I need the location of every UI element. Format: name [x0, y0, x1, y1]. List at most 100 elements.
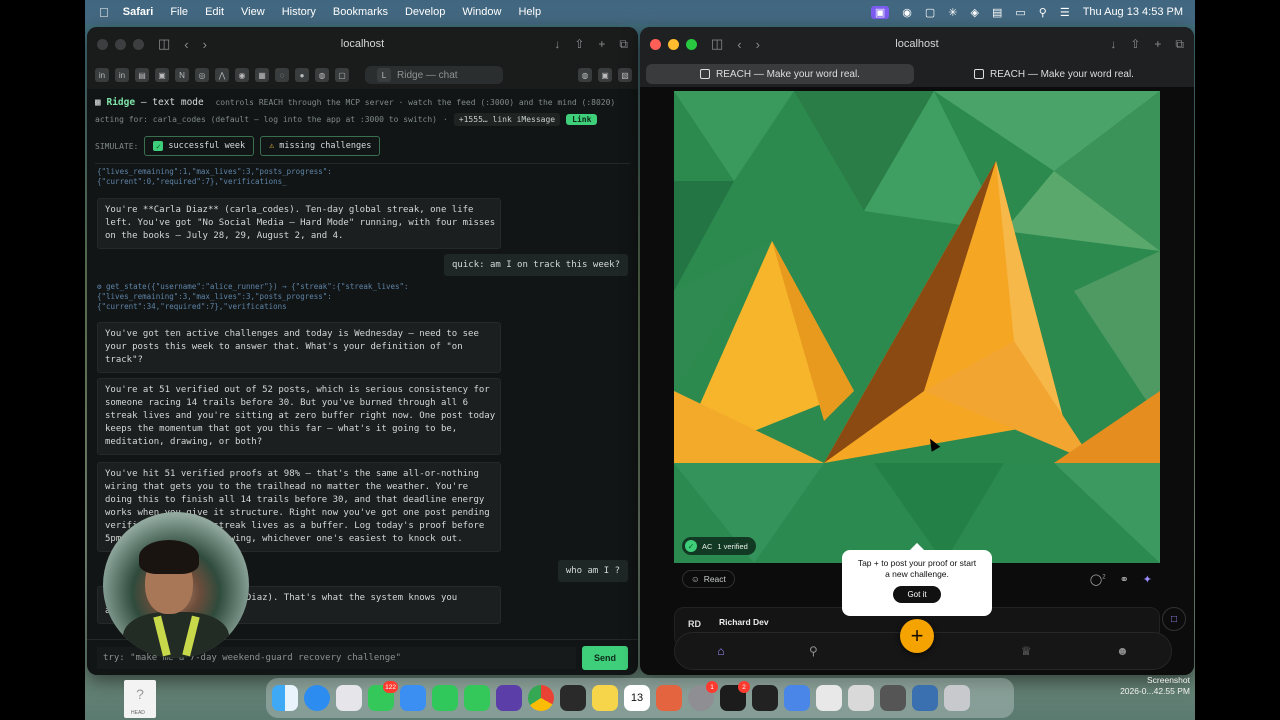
desktop-stack-icon[interactable]	[912, 685, 938, 711]
menu-app-name[interactable]: Safari	[123, 6, 154, 18]
github-icon[interactable]: ◍	[578, 68, 592, 82]
favicon-icon[interactable]: ▤	[135, 68, 149, 82]
address-bar[interactable]: localhost	[895, 38, 938, 50]
back-icon[interactable]: ‹	[737, 37, 741, 52]
favicon-icon[interactable]: in	[115, 68, 129, 82]
screen-record-icon[interactable]: ▣	[870, 5, 890, 19]
new-tab-icon[interactable]: +	[598, 37, 605, 52]
system-settings-icon[interactable]: 1	[688, 681, 718, 711]
tab-reach-1[interactable]: REACH — Make your word real.	[646, 64, 914, 84]
tab-overview-icon[interactable]: ⧉	[619, 37, 628, 52]
apple-icon[interactable]: 	[99, 5, 109, 20]
tab-reach-2[interactable]: REACH — Make your word real.	[920, 64, 1188, 84]
new-post-plus-button[interactable]: +	[900, 619, 934, 653]
sidebar-icon[interactable]: ◫	[711, 36, 723, 52]
calendar-icon[interactable]: 13	[624, 685, 650, 711]
spark-icon[interactable]: ✳	[948, 6, 957, 19]
home-icon[interactable]: ⌂	[717, 644, 724, 658]
sparkle-icon[interactable]: ✦	[1143, 573, 1152, 586]
obsidian-icon[interactable]	[496, 685, 522, 711]
forward-icon[interactable]: ›	[203, 37, 207, 52]
avatar[interactable]: RD	[688, 619, 701, 629]
react-button[interactable]: ☺ React	[682, 570, 735, 588]
minimize-window-button[interactable]	[668, 38, 679, 50]
forward-icon[interactable]: ›	[756, 37, 760, 52]
send-button[interactable]: Send	[582, 645, 628, 670]
claude-icon[interactable]	[656, 685, 682, 711]
search-icon[interactable]: ⚲	[809, 644, 818, 658]
stage-icon[interactable]: ▢	[925, 6, 935, 19]
favicon-icon[interactable]: ▣	[598, 68, 612, 82]
download-icon[interactable]: ↓	[554, 37, 560, 52]
menu-history[interactable]: History	[282, 6, 316, 18]
finder-icon[interactable]	[272, 685, 298, 711]
stats-icon[interactable]: ▤	[992, 6, 1002, 19]
zoom-window-button[interactable]	[686, 38, 697, 50]
favicon-icon[interactable]: ◌	[275, 68, 289, 82]
back-icon[interactable]: ‹	[184, 37, 188, 52]
search-icon[interactable]: ⚲	[1039, 6, 1047, 19]
battery-icon[interactable]: ▭	[1015, 6, 1025, 19]
menu-help[interactable]: Help	[518, 6, 541, 18]
share-icon[interactable]: ⚭	[1120, 573, 1129, 586]
voice-memos-icon[interactable]	[560, 685, 586, 711]
reach-feed[interactable]: ✓ AC 1 verified ☺ React ◯2 ⚭ ✦ RD Richar…	[640, 87, 1194, 675]
wifi-icon[interactable]: ◈	[970, 6, 978, 19]
share-icon[interactable]: ⇧	[1130, 37, 1140, 52]
clock[interactable]: Thu Aug 13 4:53 PM	[1083, 6, 1183, 18]
launchpad-icon[interactable]	[336, 685, 362, 711]
chat-bubble-icon[interactable]: □	[1162, 607, 1186, 631]
vpn-icon[interactable]: ◉	[902, 6, 912, 19]
simulate-missing-challenges-button[interactable]: ⚠ missing challenges	[260, 136, 381, 156]
notes-icon[interactable]	[592, 685, 618, 711]
imessage-phone-chip[interactable]: +1555… link iMessage	[453, 113, 561, 126]
favicon-icon[interactable]: in	[95, 68, 109, 82]
terminal-icon[interactable]: 2	[720, 681, 750, 711]
menu-develop[interactable]: Develop	[405, 6, 445, 18]
chrome-icon[interactable]	[528, 685, 554, 711]
favicon-icon[interactable]: ●	[295, 68, 309, 82]
menu-file[interactable]: File	[170, 6, 188, 18]
share-icon[interactable]: ⇧	[574, 37, 584, 52]
favicon-icon[interactable]: ◉	[235, 68, 249, 82]
screenshots-stack-icon[interactable]	[880, 685, 906, 711]
mail-icon[interactable]	[400, 685, 426, 711]
address-bar[interactable]: localhost	[341, 38, 384, 50]
phone-icon[interactable]	[464, 685, 490, 711]
got-it-button[interactable]: Got it	[893, 586, 941, 603]
close-window-button[interactable]	[97, 38, 108, 50]
github-icon[interactable]: ◍	[315, 68, 329, 82]
comment-icon[interactable]: ◯2	[1090, 573, 1106, 586]
preview-icon[interactable]	[816, 685, 842, 711]
facetime-icon[interactable]	[432, 685, 458, 711]
close-window-button[interactable]	[650, 38, 661, 50]
safari-icon[interactable]	[304, 685, 330, 711]
menu-edit[interactable]: Edit	[205, 6, 224, 18]
control-center-icon[interactable]: ☰	[1060, 6, 1070, 19]
favicon-icon[interactable]: ▢	[335, 68, 349, 82]
post-image[interactable]	[674, 91, 1160, 563]
favicon-icon[interactable]: ⋀	[215, 68, 229, 82]
messages-icon[interactable]: 122	[368, 681, 398, 711]
downloads-stack-icon[interactable]	[848, 685, 874, 711]
new-tab-icon[interactable]: +	[1154, 37, 1161, 52]
trash-icon[interactable]	[944, 685, 970, 711]
profile-icon[interactable]: ☻	[1116, 644, 1129, 658]
download-icon[interactable]: ↓	[1110, 37, 1116, 52]
favicon-icon[interactable]: ▧	[618, 68, 632, 82]
favicon-icon[interactable]: ▦	[255, 68, 269, 82]
simulate-successful-week-button[interactable]: ✓ successful week	[144, 136, 255, 156]
zoom-window-button[interactable]	[133, 38, 144, 50]
menu-view[interactable]: View	[241, 6, 265, 18]
activity-monitor-icon[interactable]	[752, 685, 778, 711]
minimize-window-button[interactable]	[115, 38, 126, 50]
screenshot-desktop-item[interactable]: Screenshot 2026-0...42.55 PM	[1106, 675, 1190, 697]
sidebar-icon[interactable]: ◫	[158, 36, 170, 52]
xcode-simulator-icon[interactable]	[784, 685, 810, 711]
favicon-icon[interactable]: ◎	[195, 68, 209, 82]
post-author-name[interactable]: Richard Dev	[719, 617, 769, 627]
favicon-icon[interactable]: ▣	[155, 68, 169, 82]
tab-overview-icon[interactable]: ⧉	[1175, 37, 1184, 52]
link-button[interactable]: Link	[566, 114, 598, 125]
tab-ridge-chat[interactable]: L Ridge — chat	[365, 66, 503, 84]
